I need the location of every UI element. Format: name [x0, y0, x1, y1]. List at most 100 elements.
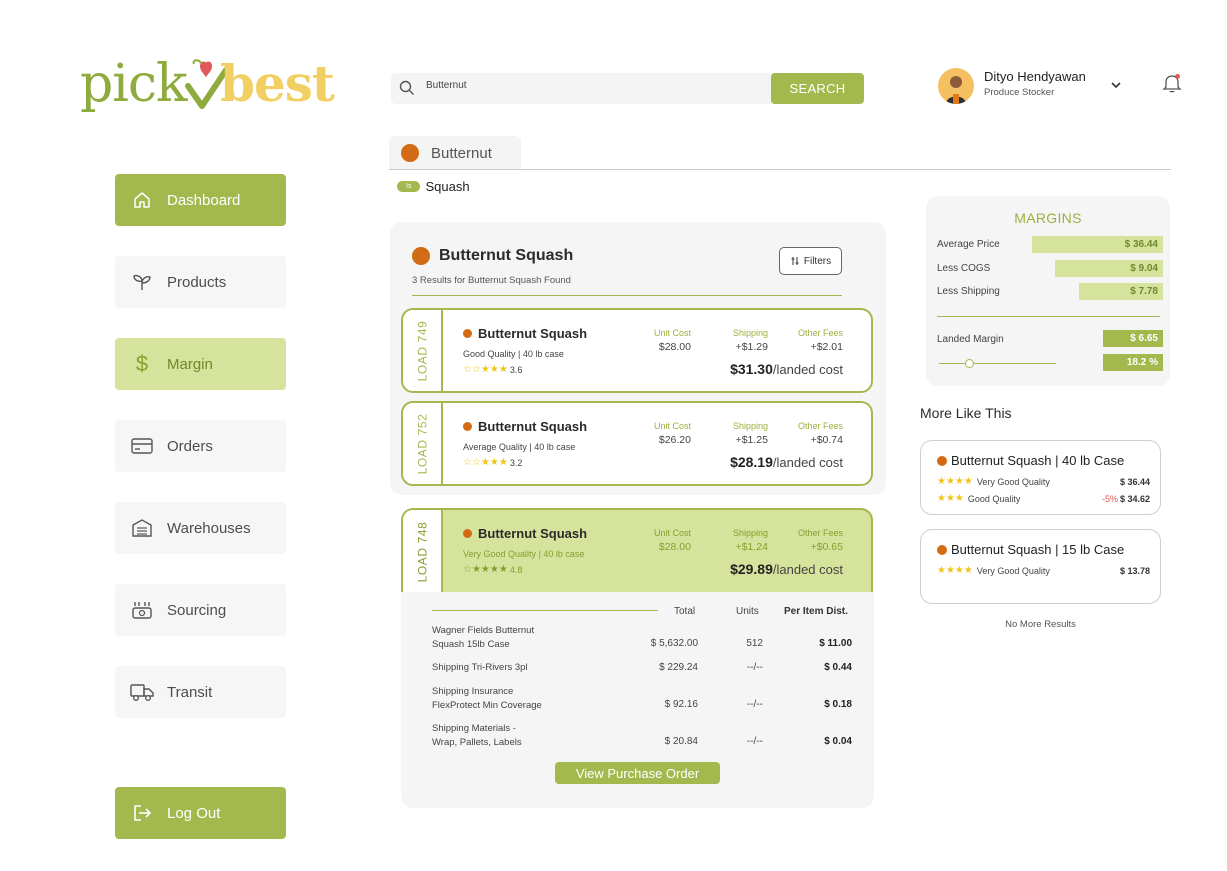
notification-bell-icon[interactable]	[1161, 72, 1183, 99]
unit-cost-value: $26.20	[658, 434, 691, 446]
star-icons: ★★★★	[937, 565, 973, 576]
shipping-header: Shipping	[732, 528, 768, 538]
filter-tag[interactable]: Is Squash	[397, 179, 470, 194]
price-value: $ 13.78	[1119, 565, 1150, 576]
filters-button[interactable]: Filters	[779, 247, 842, 275]
load-product-name: Butternut Squash	[463, 419, 587, 434]
warehouse-icon	[129, 515, 155, 541]
load-quality: Good Quality | 40 lb case	[463, 349, 564, 359]
load-id: LOAD 748	[415, 521, 429, 582]
product-tab[interactable]: Butternut	[389, 136, 521, 170]
row-per-item: $ 0.18	[824, 699, 852, 710]
sidebar-item-transit[interactable]: Transit	[115, 666, 286, 718]
similar-product-row: ★★★★ Very Good Quality $ 36.44	[937, 476, 1150, 487]
rating-value: 3.6	[509, 364, 523, 375]
landed-suffix: /landed cost	[772, 562, 843, 577]
brand-logo: pick best	[80, 54, 335, 120]
landed-cost-value: $31.30	[730, 361, 773, 377]
similar-product-title: Butternut Squash | 40 lb Case	[937, 453, 1124, 468]
user-menu[interactable]: Dityo Hendyawan Produce Stocker	[938, 68, 1138, 106]
load-card-752[interactable]: LOAD 752 Butternut Squash Average Qualit…	[401, 401, 873, 486]
row-label-line: Shipping Tri-Rivers 3pl	[432, 662, 528, 673]
load-card-748[interactable]: LOAD 748 Butternut Squash Very Good Qual…	[401, 508, 873, 593]
load-product-name: Butternut Squash	[463, 526, 587, 541]
sidebar-item-dashboard[interactable]: Dashboard	[115, 174, 286, 226]
money-icon	[129, 597, 155, 623]
shipping-header: Shipping	[732, 421, 768, 431]
shipping-value: +$1.25	[735, 434, 768, 446]
row-per-item: $ 0.04	[824, 736, 852, 747]
sliders-icon	[791, 257, 799, 265]
quality-text: Average Quality	[463, 442, 527, 452]
results-title: Butternut Squash	[412, 247, 573, 265]
price: $ 36.44	[1120, 477, 1150, 487]
row-label-line: Shipping Insurance	[432, 686, 514, 697]
unit-cost-header: Unit Cost	[653, 328, 691, 338]
load-id: LOAD 752	[415, 413, 429, 474]
view-purchase-order-button[interactable]: View Purchase Order	[555, 762, 720, 784]
other-fees-col: Other Fees +$2.01	[798, 328, 843, 353]
margins-card: MARGINS Average Price $ 36.44 Less COGS …	[926, 196, 1170, 386]
star-icons: ★★★	[937, 493, 964, 504]
search-input[interactable]	[426, 80, 726, 91]
shipping-value: +$1.24	[735, 541, 768, 553]
row-per-item: $ 11.00	[819, 638, 852, 649]
cost-breakdown: Total Units Per Item Dist. Wagner Fields…	[401, 592, 874, 808]
load-quality: Average Quality | 40 lb case	[463, 442, 575, 452]
search-button[interactable]: SEARCH	[771, 73, 864, 104]
sidebar-item-products[interactable]: Products	[115, 256, 286, 308]
other-fees-value: +$0.65	[810, 541, 843, 553]
brand-text-best: best	[220, 54, 335, 113]
quality-text: Good Quality	[967, 493, 1021, 504]
truck-icon	[129, 679, 155, 705]
similar-product-title-text: Butternut Squash | 15 lb Case	[951, 542, 1125, 557]
star-icons: ☆☆★★★	[463, 457, 508, 468]
shipping-col: Shipping +$1.24	[733, 528, 768, 553]
case-text: | 40 lb case	[518, 349, 564, 359]
case-text: | 40 lb case	[529, 442, 576, 452]
sidebar-item-margin[interactable]: $ Margin	[115, 338, 286, 390]
squash-color-dot	[412, 247, 430, 265]
other-fees-col: Other Fees +$0.74	[798, 421, 843, 446]
similar-product-card[interactable]: Butternut Squash | 15 lb Case ★★★★ Very …	[920, 529, 1161, 604]
shipping-value: +$1.29	[735, 341, 768, 353]
product-tab-label: Butternut	[431, 144, 492, 162]
star-icons: ☆☆★★★	[463, 364, 508, 375]
margin-slider-track[interactable]	[939, 363, 1056, 364]
squash-color-dot	[401, 144, 419, 162]
price-value: $ 36.44	[1119, 476, 1150, 487]
landed-cost-value: $28.19	[730, 454, 773, 470]
similar-product-row: ★★★★ Very Good Quality $ 13.78	[937, 565, 1150, 576]
load-quality: Very Good Quality | 40 lb case	[463, 549, 584, 559]
units-header: Units	[736, 606, 759, 617]
sidebar-item-warehouses[interactable]: Warehouses	[115, 502, 286, 554]
sidebar-item-label: Warehouses	[167, 519, 251, 537]
rating-value: 3.2	[509, 457, 523, 468]
similar-product-card[interactable]: Butternut Squash | 40 lb Case ★★★★ Very …	[920, 440, 1161, 515]
load-card-749[interactable]: LOAD 749 Butternut Squash Good Quality |…	[401, 308, 873, 393]
sidebar-item-sourcing[interactable]: Sourcing	[115, 584, 286, 636]
quality-text: Very Good Quality	[976, 476, 1050, 487]
avatar	[938, 68, 974, 104]
home-icon	[129, 187, 155, 213]
load-product-name: Butternut Squash	[463, 326, 587, 341]
row-label-line: Squash 15lb Case	[432, 639, 510, 650]
unit-cost-header: Unit Cost	[653, 421, 691, 431]
row-units: --/--	[746, 662, 763, 673]
sidebar-item-orders[interactable]: Orders	[115, 420, 286, 472]
product-name-text: Butternut Squash	[478, 419, 588, 434]
rating-stars: ☆★★★★ 4.8	[463, 564, 522, 575]
landed-margin-percent: 18.2 %	[1103, 354, 1163, 371]
tag-label: Squash	[425, 179, 470, 194]
logout-button[interactable]: Log Out	[115, 787, 286, 839]
price: -5% $ 34.62	[1102, 494, 1150, 504]
chevron-down-icon[interactable]	[1110, 78, 1122, 96]
total-header: Total	[674, 606, 696, 617]
discount-value: -5%	[1101, 493, 1118, 504]
margin-bar-average-price: $ 36.44	[1032, 236, 1163, 253]
unit-cost-col: Unit Cost $28.00	[654, 528, 691, 553]
rating-stars: ☆☆★★★ 3.6	[463, 364, 522, 375]
landed-margin-label: Landed Margin	[937, 334, 1004, 345]
squash-color-dot	[463, 529, 472, 538]
margin-slider-handle[interactable]	[965, 359, 974, 368]
